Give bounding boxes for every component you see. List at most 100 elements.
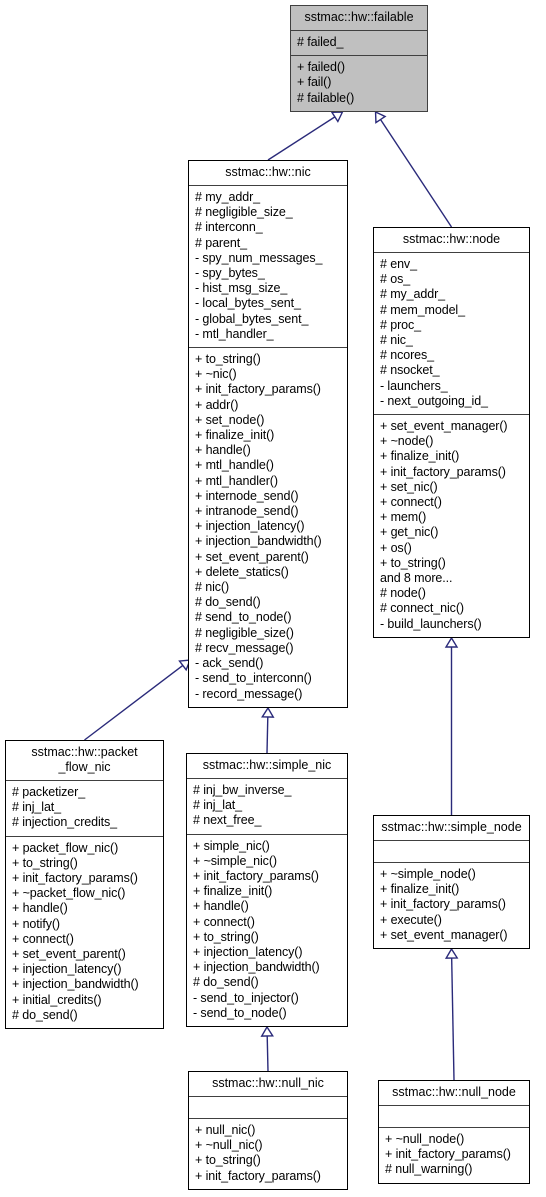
attribute-row: - next_outgoing_id_ — [380, 393, 488, 408]
operation-row: + finalize_init() — [380, 449, 460, 464]
operation-row: + connect() — [12, 931, 74, 946]
class-attributes-simple_nic: # inj_bw_inverse_ # inj_lat_ # next_free_ — [187, 779, 347, 835]
attribute-row: - launchers_ — [380, 378, 448, 393]
class-attributes-nic: # my_addr_ # negligible_size_ # interconn_… — [189, 186, 347, 349]
operation-row: + init_factory_params() — [385, 1147, 511, 1162]
operation-row: + set_event_manager() — [380, 927, 508, 942]
operation-row: + init_factory_params() — [380, 897, 506, 912]
operation-row: and 8 more... — [380, 571, 453, 586]
operation-row: # send_to_node() — [195, 610, 292, 625]
operation-row: + finalize_init() — [195, 428, 275, 443]
attribute-row: # my_addr_ — [195, 190, 261, 204]
operation-row: + simple_nic() — [193, 838, 270, 853]
operation-row: + injection_latency() — [12, 962, 122, 977]
operation-row: + init_factory_params() — [12, 871, 138, 886]
operation-row: # connect_nic() — [380, 601, 464, 616]
attribute-row: - spy_bytes_ — [195, 266, 265, 281]
operation-row: + injection_latency() — [195, 519, 305, 534]
class-operations-simple_node: + ~simple_node() + finalize_init() + init_… — [374, 863, 529, 948]
operation-row: + notify() — [12, 916, 60, 931]
attribute-row: # inj_lat_ — [12, 800, 62, 815]
operation-row: # do_send() — [12, 1007, 78, 1022]
attribute-row: # inj_bw_inverse_ — [193, 783, 292, 797]
operation-row: - send_to_node() — [193, 1005, 287, 1020]
inheritance-edge-null_node-to-simple_node — [444, 947, 459, 1081]
attribute-row: # os_ — [380, 272, 411, 287]
attribute-row: # mem_model_ — [380, 302, 465, 317]
class-box-null_nic[interactable]: sstmac::hw::null_nic + null_nic() + ~null_… — [188, 1071, 348, 1190]
operation-row: + set_event_manager() — [380, 419, 508, 434]
attribute-row: # packetizer_ — [12, 785, 86, 799]
operation-row: + set_nic() — [380, 479, 438, 494]
operation-row: + injection_latency() — [193, 945, 303, 960]
class-title-packet_flow_nic: sstmac::hw::packet _flow_nic — [6, 741, 163, 781]
attribute-row: - spy_num_messages_ — [195, 250, 323, 265]
operation-row: + mtl_handler() — [195, 473, 278, 488]
operation-row: + connect() — [193, 914, 255, 929]
attribute-row: - local_bytes_sent_ — [195, 296, 301, 311]
inheritance-edge-null_nic-to-simple_nic — [260, 1025, 274, 1072]
operation-row: - ack_send() — [195, 656, 264, 671]
attribute-row: # env_ — [380, 257, 417, 271]
operation-row: + packet_flow_nic() — [12, 840, 119, 855]
operation-row: + initial_credits() — [12, 992, 102, 1007]
operation-row: + failed() — [297, 60, 345, 75]
operation-row: + ~null_node() — [385, 1132, 465, 1146]
attribute-row: # next_free_ — [193, 813, 262, 828]
attribute-row: # proc_ — [380, 317, 421, 332]
operation-row: + init_factory_params() — [193, 869, 319, 884]
inheritance-edge-packet_flow_nic-to-nic — [84, 659, 192, 741]
class-operations-null_node: + ~null_node() + init_factory_params() # n… — [379, 1128, 529, 1183]
class-box-simple_node[interactable]: sstmac::hw::simple_node+ ~simple_node() +… — [373, 815, 530, 950]
class-box-null_node[interactable]: sstmac::hw::null_node + ~null_node() + ini… — [378, 1080, 530, 1184]
operation-row: + connect() — [380, 495, 442, 510]
attribute-row: # nsocket_ — [380, 363, 440, 378]
inheritance-edge-nic-to-failable — [267, 111, 344, 161]
operation-row: + ~simple_nic() — [193, 853, 277, 868]
class-box-simple_nic[interactable]: sstmac::hw::simple_nic # inj_bw_inverse_ #… — [186, 753, 348, 1028]
operation-row: + mtl_handle() — [195, 458, 274, 473]
operation-row: + internode_send() — [195, 488, 299, 503]
operation-row: + set_node() — [195, 412, 265, 427]
operation-row: + execute() — [380, 912, 442, 927]
class-box-node[interactable]: sstmac::hw::node # env_ # os_ # my_addr_ # m… — [373, 227, 530, 638]
operation-row: + to_string() — [193, 929, 259, 944]
operation-row: + ~nic() — [195, 367, 237, 382]
operation-row: + handle() — [12, 901, 68, 916]
attribute-row: - hist_msg_size_ — [195, 281, 288, 296]
class-attributes-packet_flow_nic: # packetizer_ # inj_lat_ # injection_credi… — [6, 781, 163, 837]
class-attributes-simple_node — [374, 841, 529, 863]
operation-row: + init_factory_params() — [195, 382, 321, 397]
operation-row: + ~packet_flow_nic() — [12, 886, 126, 901]
operation-row: + handle() — [195, 443, 251, 458]
class-title-simple_node: sstmac::hw::simple_node — [374, 816, 529, 841]
class-attributes-node: # env_ # os_ # my_addr_ # mem_model_ # proc_… — [374, 253, 529, 416]
inheritance-edge-simple_node-to-node — [444, 636, 459, 815]
uml-class-diagram: sstmac::hw::failable # failed_ + failed() +… — [0, 0, 546, 1197]
operation-row: + finalize_init() — [380, 882, 460, 897]
operation-row: + set_event_parent() — [195, 549, 309, 564]
class-operations-packet_flow_nic: + packet_flow_nic() + to_string() + init_f… — [6, 837, 163, 1028]
operation-row: # nic() — [195, 580, 230, 595]
class-operations-node: + set_event_manager() + ~node() + finalize… — [374, 415, 529, 637]
operation-row: # negligible_size() — [195, 625, 294, 640]
class-box-nic[interactable]: sstmac::hw::nic # my_addr_ # negligible_si… — [188, 160, 348, 708]
class-title-node: sstmac::hw::node — [374, 228, 529, 253]
operation-row: + init_factory_params() — [195, 1168, 321, 1183]
operation-row: + intranode_send() — [195, 504, 299, 519]
class-title-simple_nic: sstmac::hw::simple_nic — [187, 754, 347, 779]
operation-row: # failable() — [297, 90, 355, 105]
operation-row: + ~node() — [380, 434, 434, 449]
class-box-packet_flow_nic[interactable]: sstmac::hw::packet _flow_nic # packetizer… — [5, 740, 164, 1030]
operation-row: + finalize_init() — [193, 884, 273, 899]
class-attributes-failable: # failed_ — [291, 31, 427, 57]
operation-row: + null_nic() — [195, 1123, 256, 1137]
operation-row: + fail() — [297, 75, 332, 90]
operation-row: + to_string() — [380, 555, 446, 570]
class-box-failable[interactable]: sstmac::hw::failable # failed_ + failed() +… — [290, 5, 428, 112]
operation-row: + to_string() — [195, 1153, 261, 1168]
operation-row: - send_to_interconn() — [195, 671, 312, 686]
operation-row: + ~null_nic() — [195, 1138, 263, 1153]
class-operations-nic: + to_string() + ~nic() + init_factory_para… — [189, 348, 347, 707]
attribute-row: # inj_lat_ — [193, 798, 243, 813]
